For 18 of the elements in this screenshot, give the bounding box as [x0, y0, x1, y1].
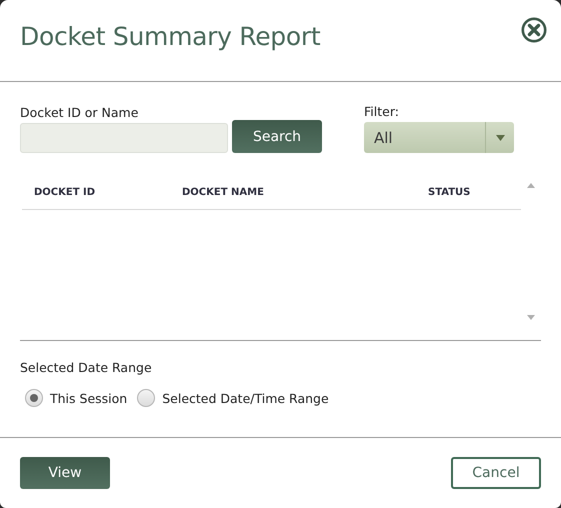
view-button[interactable]: View [20, 457, 110, 489]
column-header: DOCKET ID [34, 186, 96, 198]
close-icon[interactable] [521, 17, 547, 43]
cancel-button[interactable]: Cancel [451, 457, 541, 489]
caret-icon [496, 134, 504, 140]
column-header: DOCKET NAME [182, 186, 265, 198]
filter-label: Filter: [364, 104, 400, 119]
scroll-down-icon[interactable] [527, 315, 535, 320]
search-field[interactable] [20, 123, 228, 153]
radio-option[interactable]: This Session [25, 389, 138, 407]
search-button[interactable]: Search [232, 120, 322, 153]
dialog-title: Docket Summary Report [20, 22, 320, 51]
field-label: Docket ID or Name [20, 105, 140, 120]
column-header: STATUS [428, 186, 472, 198]
section-label: Selected Date Range [20, 360, 153, 375]
filter-dropdown[interactable]: All [364, 122, 514, 153]
radio-option[interactable]: Selected Date/Time Range [137, 389, 339, 407]
scroll-up-icon[interactable] [527, 183, 535, 188]
